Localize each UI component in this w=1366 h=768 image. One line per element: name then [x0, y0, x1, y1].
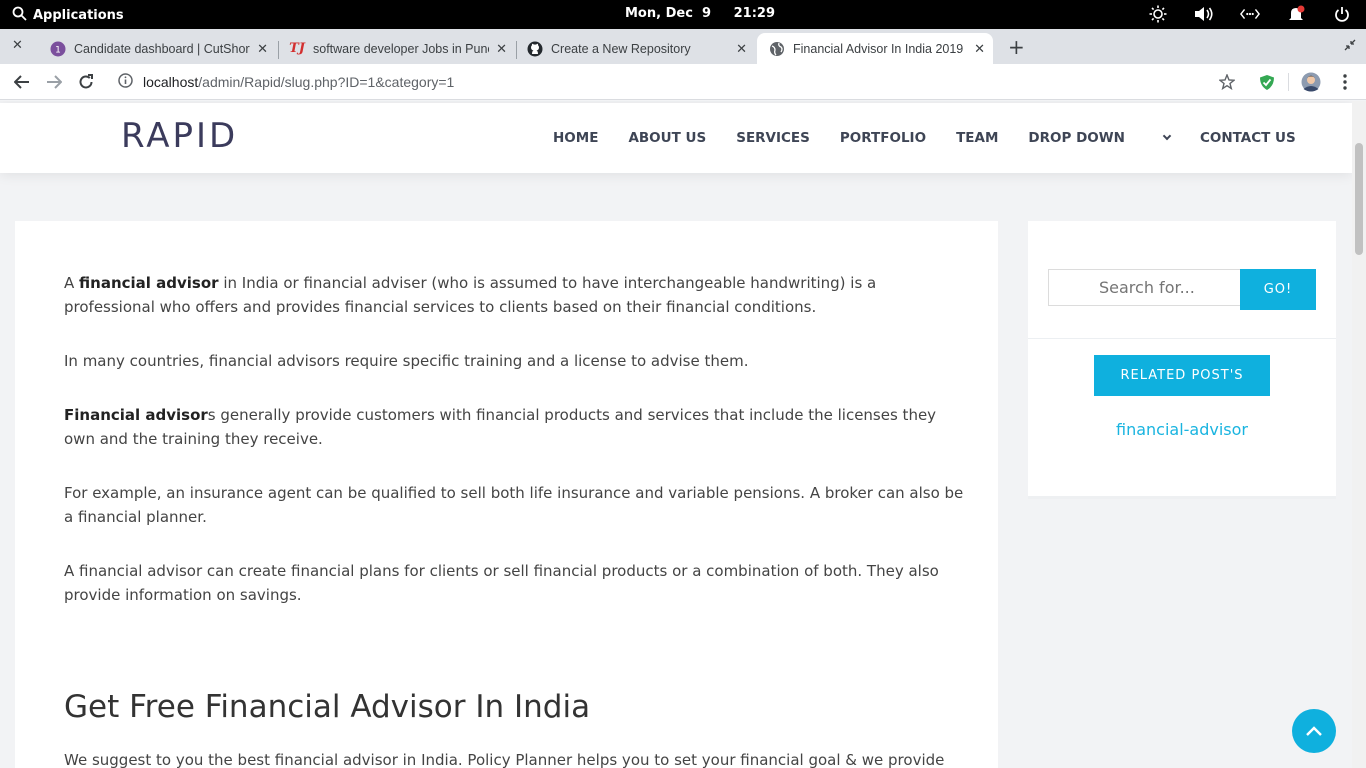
nav-about-us[interactable]: ABOUT US [628, 130, 706, 146]
timesjobs-icon: TJ [289, 41, 305, 56]
clock[interactable]: Mon, Dec 9 21:29 [625, 6, 775, 21]
browser-menu-icon[interactable] [1334, 71, 1356, 93]
article-paragraph-5: A financial advisor can create financial… [64, 562, 939, 604]
article-paragraph-4: For example, an insurance agent can be q… [64, 484, 964, 526]
time-label: 21:29 [733, 6, 776, 21]
toolbar-divider [1288, 73, 1289, 91]
close-window-icon[interactable]: ✕ [12, 38, 23, 53]
back-to-top-button[interactable] [1292, 709, 1336, 753]
sidebar-divider [1028, 338, 1336, 339]
nav-drop-down-item[interactable]: DROP DOWN [1028, 130, 1172, 146]
page-scrollbar[interactable] [1352, 101, 1366, 768]
search-icon [12, 6, 27, 25]
search-input[interactable] [1048, 269, 1242, 306]
close-tab-icon[interactable]: ✕ [736, 41, 747, 57]
close-tab-icon[interactable]: ✕ [257, 41, 268, 57]
article-paragraph-2: In many countries, financial advisors re… [64, 352, 749, 370]
chevron-up-icon [1305, 722, 1323, 741]
p1-bold: financial advisor [79, 274, 219, 292]
power-icon[interactable] [1332, 4, 1352, 24]
article-paragraph-3: Financial advisors generally provide cus… [64, 403, 964, 451]
url-path: /admin/Rapid/slug.php?ID=1&category=1 [198, 74, 455, 90]
page-viewport: RAPID HOME ABOUT US SERVICES PORTFOLIO T… [0, 101, 1352, 768]
date-label: Mon, Dec 9 [625, 6, 711, 21]
chevron-down-icon [1162, 131, 1172, 141]
cutshort-icon: 1 [50, 41, 66, 57]
bookmark-star-icon[interactable] [1216, 71, 1238, 93]
article-paragraph-6: We suggest to you the best financial adv… [64, 751, 945, 768]
nav-home[interactable]: HOME [553, 130, 598, 146]
tab-cutshort[interactable]: 1 Candidate dashboard | CutShort ✕ [40, 33, 276, 64]
site-nav: HOME ABOUT US SERVICES PORTFOLIO TEAM DR… [553, 130, 1326, 146]
shield-extension-icon[interactable] [1256, 71, 1278, 93]
nav-contact-us[interactable]: CONTACT US [1200, 130, 1296, 146]
volume-icon[interactable] [1194, 4, 1214, 24]
nav-portfolio[interactable]: PORTFOLIO [840, 130, 926, 146]
system-tray [1148, 4, 1352, 24]
nav-drop-down: DROP DOWN [1028, 130, 1125, 146]
p1-pre: A [64, 274, 80, 292]
tab-title: Create a New Repository [551, 41, 691, 56]
globe-icon [769, 41, 785, 57]
reload-icon[interactable] [74, 70, 98, 94]
site-logo[interactable]: RAPID [121, 116, 238, 156]
applications-label: Applications [33, 8, 124, 23]
tab-title: Financial Advisor In India 2019 [793, 41, 964, 56]
scrollbar-thumb[interactable] [1355, 143, 1363, 255]
close-tab-icon[interactable]: ✕ [496, 41, 507, 57]
site-header: RAPID HOME ABOUT US SERVICES PORTFOLIO T… [0, 103, 1352, 173]
article-paragraph-1: A financial advisor in India or financia… [64, 271, 964, 319]
new-tab-button[interactable]: + [1008, 35, 1025, 59]
restore-window-icon[interactable] [1344, 39, 1356, 54]
article-card: A financial advisor in India or financia… [15, 221, 998, 768]
applications-menu[interactable]: Applications [12, 6, 124, 25]
network-icon[interactable] [1240, 4, 1260, 24]
os-top-bar: Applications Mon, Dec 9 21:29 [0, 0, 1366, 29]
nav-team[interactable]: TEAM [956, 130, 998, 146]
nav-services[interactable]: SERVICES [736, 130, 810, 146]
notification-icon[interactable] [1286, 4, 1306, 24]
brightness-icon[interactable] [1148, 4, 1168, 24]
address-bar[interactable]: localhost/admin/Rapid/slug.php?ID=1&cate… [118, 73, 454, 91]
avatar[interactable] [1300, 71, 1322, 93]
forward-icon[interactable] [42, 70, 66, 94]
sidebar-card: GO! RELATED POST'S financial-advisor [1028, 221, 1336, 499]
info-icon[interactable] [118, 73, 133, 91]
browser-toolbar: localhost/admin/Rapid/slug.php?ID=1&cate… [0, 64, 1366, 100]
tab-github[interactable]: Create a New Repository ✕ [517, 33, 755, 64]
github-icon [527, 41, 543, 57]
related-posts-button[interactable]: RELATED POST'S [1094, 355, 1270, 396]
tab-title: software developer Jobs in Pune [313, 41, 489, 56]
close-tab-icon[interactable]: ✕ [974, 41, 985, 57]
p3-bold: Financial advisor [64, 406, 208, 424]
search-go-button[interactable]: GO! [1240, 269, 1316, 310]
tab-financial-advisor[interactable]: Financial Advisor In India 2019 ✕ [757, 33, 993, 64]
cutshort-badge: 1 [55, 45, 61, 55]
related-post-link[interactable]: financial-advisor [1028, 420, 1336, 439]
tab-timesjobs[interactable]: TJ software developer Jobs in Pune ✕ [279, 33, 515, 64]
url-host: localhost [143, 74, 199, 90]
back-icon[interactable] [10, 70, 34, 94]
browser-tab-strip: ✕ 1 Candidate dashboard | CutShort ✕ TJ … [0, 29, 1366, 64]
tab-title: Candidate dashboard | CutShort [74, 41, 250, 56]
article-heading: Get Free Financial Advisor In India [64, 689, 591, 725]
